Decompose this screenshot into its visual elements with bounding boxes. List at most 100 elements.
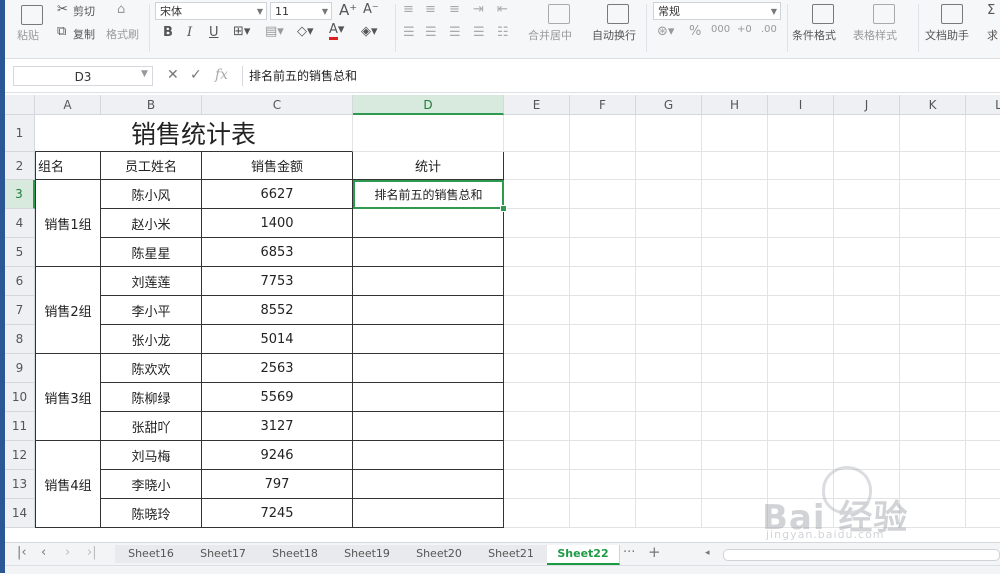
more-sheets-icon[interactable]: ··· bbox=[623, 545, 635, 560]
function-icon[interactable]: fx bbox=[215, 67, 228, 83]
font-size-select[interactable]: 11 ▼ bbox=[270, 2, 332, 20]
employee-name-cell[interactable]: 赵小米 bbox=[101, 209, 202, 238]
table-cell[interactable] bbox=[504, 441, 570, 470]
align-right-icon[interactable]: ☰ bbox=[449, 25, 461, 41]
sheet-tab-sheet19[interactable]: Sheet19 bbox=[331, 545, 404, 563]
table-cell[interactable] bbox=[702, 152, 768, 180]
table-cell[interactable] bbox=[353, 115, 504, 152]
table-cell[interactable] bbox=[900, 412, 966, 441]
table-cell[interactable] bbox=[570, 354, 636, 383]
employee-name-cell[interactable]: 张小龙 bbox=[101, 325, 202, 354]
align-middle-icon[interactable]: ≡ bbox=[425, 2, 436, 18]
font-name-select[interactable]: 宋体 ▼ bbox=[155, 2, 267, 20]
conditional-format-button[interactable]: 条件格式 bbox=[792, 27, 836, 43]
table-cell[interactable] bbox=[570, 238, 636, 267]
table-cell[interactable] bbox=[768, 325, 834, 354]
row-header-1[interactable]: 1 bbox=[5, 115, 35, 152]
table-cell[interactable] bbox=[966, 354, 1000, 383]
table-cell[interactable] bbox=[834, 325, 900, 354]
table-cell[interactable] bbox=[900, 354, 966, 383]
table-cell[interactable] bbox=[504, 296, 570, 325]
table-cell[interactable] bbox=[834, 180, 900, 209]
table-cell[interactable] bbox=[834, 412, 900, 441]
table-cell[interactable] bbox=[900, 325, 966, 354]
column-header-e[interactable]: E bbox=[504, 95, 570, 115]
sheet-tab-sheet22[interactable]: Sheet22 bbox=[547, 545, 620, 565]
table-cell[interactable] bbox=[768, 383, 834, 412]
sales-amount-cell[interactable]: 1400 bbox=[202, 209, 353, 238]
stat-cell[interactable] bbox=[353, 238, 504, 267]
number-format-select[interactable]: 常规 ▼ bbox=[653, 2, 781, 20]
table-cell[interactable] bbox=[702, 296, 768, 325]
table-cell[interactable] bbox=[966, 383, 1000, 412]
table-cell[interactable] bbox=[570, 267, 636, 296]
sum-button[interactable]: 求 bbox=[987, 27, 998, 43]
table-cell[interactable] bbox=[966, 296, 1000, 325]
confirm-icon[interactable]: ✓ bbox=[190, 67, 202, 83]
column-header-d[interactable]: D bbox=[353, 95, 504, 115]
outdent-icon[interactable]: ⇤ bbox=[497, 2, 508, 18]
thousands-icon[interactable]: 000 bbox=[711, 22, 730, 38]
table-cell[interactable] bbox=[636, 470, 702, 499]
table-cell[interactable] bbox=[570, 296, 636, 325]
table-cell[interactable] bbox=[636, 180, 702, 209]
table-cell[interactable] bbox=[636, 296, 702, 325]
stat-cell[interactable] bbox=[353, 209, 504, 238]
row-header-9[interactable]: 9 bbox=[5, 354, 35, 383]
table-cell[interactable] bbox=[768, 296, 834, 325]
employee-name-cell[interactable]: 陈小风 bbox=[101, 180, 202, 209]
stat-cell[interactable] bbox=[353, 267, 504, 296]
employee-name-cell[interactable]: 李小平 bbox=[101, 296, 202, 325]
table-cell[interactable] bbox=[504, 383, 570, 412]
table-cell[interactable] bbox=[702, 115, 768, 152]
table-cell[interactable] bbox=[966, 441, 1000, 470]
table-cell[interactable] bbox=[966, 152, 1000, 180]
align-bottom-icon[interactable]: ≡ bbox=[449, 2, 460, 18]
merge-center-button[interactable]: 合并居中 bbox=[528, 27, 572, 43]
align-top-icon[interactable]: ≡ bbox=[403, 2, 414, 18]
table-cell[interactable] bbox=[570, 412, 636, 441]
table-cell[interactable] bbox=[702, 209, 768, 238]
table-cell[interactable] bbox=[636, 383, 702, 412]
align-left-icon[interactable]: ☰ bbox=[403, 25, 415, 41]
sheet-tab-sheet18[interactable]: Sheet18 bbox=[259, 545, 332, 563]
table-cell[interactable] bbox=[636, 152, 702, 180]
table-cell[interactable] bbox=[768, 267, 834, 296]
bold-button[interactable]: B bbox=[163, 25, 173, 41]
table-cell[interactable] bbox=[900, 383, 966, 412]
sheet-tab-sheet20[interactable]: Sheet20 bbox=[403, 545, 476, 563]
scissors-icon[interactable]: ✂ bbox=[57, 2, 68, 18]
fill-color-icon[interactable]: ◇▾ bbox=[297, 24, 314, 40]
column-title-cell[interactable]: 销售金额 bbox=[202, 152, 353, 180]
fill-pattern-icon[interactable]: ▤▾ bbox=[265, 24, 284, 40]
column-header-f[interactable]: F bbox=[570, 95, 636, 115]
format-painter-icon[interactable]: ⌂ bbox=[117, 2, 125, 18]
table-cell[interactable] bbox=[702, 499, 768, 528]
row-header-13[interactable]: 13 bbox=[5, 470, 35, 499]
eraser-icon[interactable]: ◈▾ bbox=[361, 24, 378, 40]
table-cell[interactable] bbox=[504, 115, 570, 152]
table-cell[interactable] bbox=[504, 412, 570, 441]
sales-amount-cell[interactable]: 9246 bbox=[202, 441, 353, 470]
table-cell[interactable] bbox=[966, 115, 1000, 152]
table-cell[interactable] bbox=[570, 209, 636, 238]
copy-button[interactable]: 复制 bbox=[73, 26, 95, 42]
currency-icon[interactable]: ⊛▾ bbox=[657, 24, 674, 40]
table-cell[interactable] bbox=[570, 115, 636, 152]
row-header-8[interactable]: 8 bbox=[5, 325, 35, 354]
employee-name-cell[interactable]: 陈晓玲 bbox=[101, 499, 202, 528]
table-cell[interactable] bbox=[702, 470, 768, 499]
row-header-3[interactable]: 3 bbox=[5, 180, 35, 209]
table-cell[interactable] bbox=[636, 412, 702, 441]
column-header-i[interactable]: I bbox=[768, 95, 834, 115]
row-header-14[interactable]: 14 bbox=[5, 499, 35, 528]
column-title-cell[interactable]: 统计 bbox=[353, 152, 504, 180]
table-cell[interactable] bbox=[504, 152, 570, 180]
table-cell[interactable] bbox=[900, 180, 966, 209]
document-helper-icon[interactable] bbox=[941, 4, 963, 24]
italic-button[interactable]: I bbox=[187, 25, 192, 41]
employee-name-cell[interactable]: 李晓小 bbox=[101, 470, 202, 499]
add-sheet-button[interactable]: + bbox=[648, 543, 661, 561]
group-name-cell[interactable]: 销售4组 bbox=[35, 441, 101, 528]
table-cell[interactable] bbox=[834, 267, 900, 296]
